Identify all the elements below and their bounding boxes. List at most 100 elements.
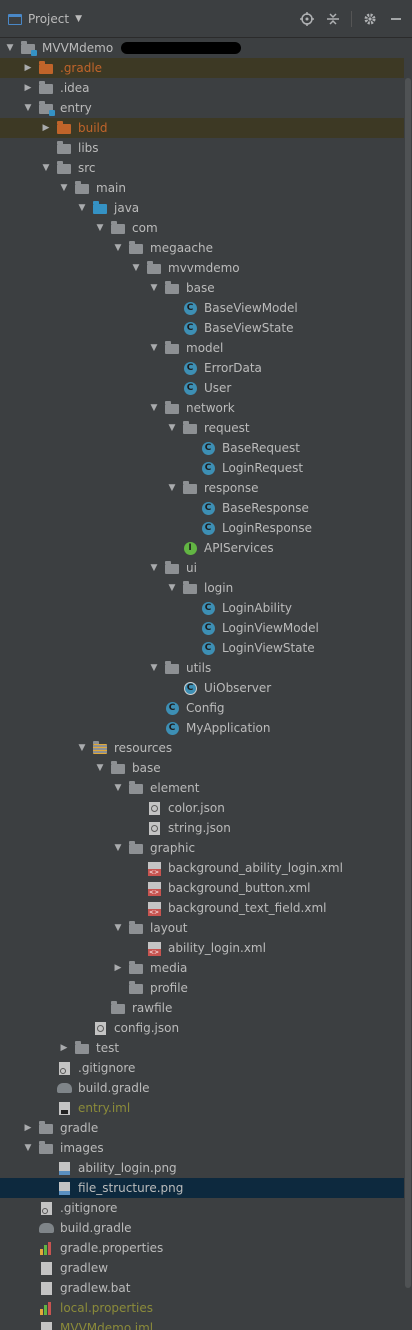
expand-arrow-icon[interactable]: ▼ — [112, 922, 124, 934]
chevron-down-icon[interactable]: ▼ — [75, 14, 82, 24]
expand-arrow-icon[interactable]: ▼ — [166, 482, 178, 494]
expand-arrow-icon[interactable]: ▼ — [166, 422, 178, 434]
tree-row[interactable]: C LoginViewModel — [0, 618, 404, 638]
expand-arrow-icon[interactable]: ▼ — [148, 342, 160, 354]
expand-arrow-icon[interactable]: ▼ — [94, 762, 106, 774]
tree-row[interactable]: ▼ resources — [0, 738, 404, 758]
tree-row[interactable]: C LoginAbility — [0, 598, 404, 618]
tree-row[interactable]: ▼ login — [0, 578, 404, 598]
tree-row[interactable]: C BaseRequest — [0, 438, 404, 458]
collapse-arrow-icon[interactable]: ▶ — [22, 1122, 34, 1134]
tree-row[interactable]: ▼ images — [0, 1138, 404, 1158]
expand-arrow-icon[interactable]: ▼ — [94, 222, 106, 234]
tree-row[interactable]: C LoginRequest — [0, 458, 404, 478]
tree-row[interactable]: ▼ layout — [0, 918, 404, 938]
tree-row[interactable]: ▼ model — [0, 338, 404, 358]
tree-row[interactable]: ▼ com — [0, 218, 404, 238]
tree-row[interactable]: C BaseViewState — [0, 318, 404, 338]
expand-arrow-icon[interactable]: ▼ — [76, 742, 88, 754]
tree-row[interactable]: ▼ network — [0, 398, 404, 418]
tree-row[interactable]: libs — [0, 138, 404, 158]
collapse-all-icon[interactable] — [325, 11, 341, 27]
expand-arrow-icon[interactable]: ▼ — [58, 182, 70, 194]
tree-row[interactable]: C ErrorData — [0, 358, 404, 378]
tree-row[interactable]: C UiObserver — [0, 678, 404, 698]
tree-row[interactable]: C User — [0, 378, 404, 398]
expand-arrow-icon[interactable]: ▼ — [148, 562, 160, 574]
tree-row[interactable]: C LoginViewState — [0, 638, 404, 658]
tree-row[interactable]: ▼ MVVMdemo — [0, 38, 404, 58]
gear-icon[interactable] — [362, 11, 378, 27]
expand-arrow-icon[interactable]: ▼ — [76, 202, 88, 214]
tree-row[interactable]: C BaseViewModel — [0, 298, 404, 318]
expand-arrow-icon[interactable]: ▼ — [112, 842, 124, 854]
tree-row[interactable]: ▼ base — [0, 758, 404, 778]
expand-arrow-icon[interactable]: ▼ — [112, 782, 124, 794]
tree-row[interactable]: gradlew — [0, 1258, 404, 1278]
tree-row[interactable]: ▼ ui — [0, 558, 404, 578]
tree-row[interactable]: ability_login.xml — [0, 938, 404, 958]
tree-row[interactable]: ▶ gradle — [0, 1118, 404, 1138]
tree-row[interactable]: gradle.properties — [0, 1238, 404, 1258]
tree-row[interactable]: color.json — [0, 798, 404, 818]
expand-arrow-icon[interactable]: ▼ — [22, 102, 34, 114]
minimize-icon[interactable] — [388, 11, 404, 27]
expand-arrow-icon[interactable]: ▼ — [166, 582, 178, 594]
expand-arrow-icon[interactable]: ▼ — [40, 162, 52, 174]
tree-row[interactable]: ▶ build — [0, 118, 404, 138]
tree-row[interactable]: ▼ graphic — [0, 838, 404, 858]
tree-row[interactable]: background_ability_login.xml — [0, 858, 404, 878]
tree-row[interactable]: C Config — [0, 698, 404, 718]
tree-row[interactable]: ▼ element — [0, 778, 404, 798]
collapse-arrow-icon[interactable]: ▶ — [22, 82, 34, 94]
expand-arrow-icon[interactable]: ▼ — [22, 1142, 34, 1154]
scrollbar-thumb[interactable] — [405, 78, 411, 1288]
tree-row[interactable]: ▼ response — [0, 478, 404, 498]
tree-row[interactable]: ▼ utils — [0, 658, 404, 678]
tree-row[interactable]: .gitignore — [0, 1058, 404, 1078]
tree-row[interactable]: ▶ test — [0, 1038, 404, 1058]
tree-row[interactable]: C BaseResponse — [0, 498, 404, 518]
expand-arrow-icon[interactable]: ▼ — [148, 402, 160, 414]
tree-row[interactable]: gradlew.bat — [0, 1278, 404, 1298]
tree-row[interactable]: ▼ megaache — [0, 238, 404, 258]
tree-row[interactable]: ▼ src — [0, 158, 404, 178]
tree-row[interactable]: ▼ base — [0, 278, 404, 298]
tree-row[interactable]: ▼ entry — [0, 98, 404, 118]
collapse-arrow-icon[interactable]: ▶ — [58, 1042, 70, 1054]
expand-arrow-icon[interactable]: ▼ — [4, 42, 16, 54]
tree-row[interactable]: ▼ mvvmdemo — [0, 258, 404, 278]
tree-row[interactable]: ability_login.png — [0, 1158, 404, 1178]
tree-row[interactable]: .gitignore — [0, 1198, 404, 1218]
tree-row[interactable]: ▼ main — [0, 178, 404, 198]
tree-row[interactable]: rawfile — [0, 998, 404, 1018]
tree-row[interactable]: entry.iml — [0, 1098, 404, 1118]
tree-row[interactable]: profile — [0, 978, 404, 998]
tree-row[interactable]: MVVMdemo.iml — [0, 1318, 404, 1330]
collapse-arrow-icon[interactable]: ▶ — [112, 962, 124, 974]
vertical-scrollbar[interactable] — [404, 38, 412, 1330]
collapse-arrow-icon[interactable]: ▶ — [40, 122, 52, 134]
tree-row[interactable]: local.properties — [0, 1298, 404, 1318]
expand-arrow-icon[interactable]: ▼ — [148, 662, 160, 674]
tree-row[interactable]: string.json — [0, 818, 404, 838]
tree-row[interactable]: C MyApplication — [0, 718, 404, 738]
tree-row[interactable]: config.json — [0, 1018, 404, 1038]
project-view-selector[interactable]: Project ▼ — [8, 10, 82, 28]
collapse-arrow-icon[interactable]: ▶ — [22, 62, 34, 74]
tree-row[interactable]: background_button.xml — [0, 878, 404, 898]
tree-row[interactable]: ▶ media — [0, 958, 404, 978]
locate-icon[interactable] — [299, 11, 315, 27]
tree-row[interactable]: ▼ java — [0, 198, 404, 218]
tree-row[interactable]: ▶ .idea — [0, 78, 404, 98]
tree-row[interactable]: C LoginResponse — [0, 518, 404, 538]
tree-row[interactable]: I APIServices — [0, 538, 404, 558]
expand-arrow-icon[interactable]: ▼ — [148, 282, 160, 294]
tree-row[interactable]: build.gradle — [0, 1218, 404, 1238]
tree-row[interactable]: build.gradle — [0, 1078, 404, 1098]
expand-arrow-icon[interactable]: ▼ — [112, 242, 124, 254]
expand-arrow-icon[interactable]: ▼ — [130, 262, 142, 274]
tree-row[interactable]: ▶ .gradle — [0, 58, 404, 78]
tree-row[interactable]: ▼ request — [0, 418, 404, 438]
tree-row[interactable]: file_structure.png — [0, 1178, 404, 1198]
